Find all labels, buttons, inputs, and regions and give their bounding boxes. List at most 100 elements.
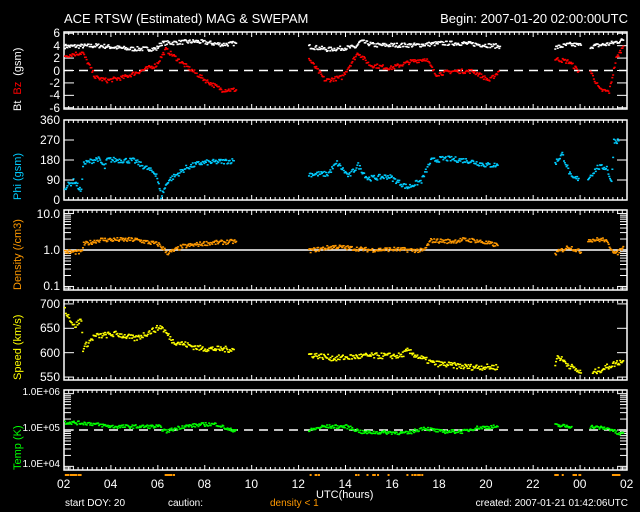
data-point-bt bbox=[399, 46, 402, 48]
data-point-bz bbox=[493, 75, 496, 78]
data-point-bt bbox=[179, 43, 182, 45]
data-point-speed bbox=[107, 331, 110, 334]
data-point-temp bbox=[145, 425, 148, 428]
data-point-bz bbox=[381, 65, 384, 68]
data-point-speed bbox=[611, 362, 614, 364]
panel-frame-temp bbox=[63, 389, 628, 471]
data-point-speed bbox=[98, 336, 101, 339]
data-point-phi bbox=[127, 160, 130, 162]
data-point-bz bbox=[235, 89, 238, 91]
data-point-density bbox=[143, 242, 146, 244]
y-tick-label: -4 bbox=[49, 88, 60, 103]
data-point-bz bbox=[217, 85, 220, 88]
data-point-density bbox=[162, 246, 165, 248]
data-point-temp bbox=[427, 426, 430, 429]
data-point-bt bbox=[460, 44, 463, 46]
data-point-temp bbox=[160, 426, 163, 428]
data-point-temp bbox=[178, 426, 181, 428]
y-axis-label-mag: Bt Bz (gsm) bbox=[12, 41, 24, 110]
data-point-bz bbox=[614, 62, 617, 64]
data-point-temp bbox=[129, 427, 132, 430]
data-point-bt bbox=[442, 41, 445, 44]
x-tick-label: 18 bbox=[432, 477, 446, 491]
data-point-phi bbox=[310, 175, 313, 178]
data-point-phi bbox=[373, 174, 376, 177]
data-point-speed bbox=[81, 331, 84, 334]
data-point-speed bbox=[397, 352, 400, 354]
data-point-density bbox=[570, 246, 573, 248]
data-point-bz bbox=[174, 55, 177, 58]
data-point-phi bbox=[156, 177, 159, 180]
data-point-phi bbox=[598, 168, 601, 170]
data-point-speed bbox=[459, 363, 462, 366]
data-point-bt bbox=[154, 47, 157, 49]
data-point-temp bbox=[436, 431, 439, 433]
data-point-temp bbox=[328, 424, 331, 426]
panel-frame-phi bbox=[63, 119, 628, 201]
data-point-temp bbox=[428, 429, 431, 432]
data-point-density bbox=[77, 252, 80, 255]
data-point-density bbox=[608, 246, 611, 249]
data-point-density bbox=[366, 251, 369, 253]
data-point-speed bbox=[616, 360, 619, 362]
data-point-bz bbox=[358, 54, 361, 56]
data-point-phi bbox=[157, 181, 160, 183]
data-point-speed bbox=[447, 364, 450, 367]
data-point-bz bbox=[433, 72, 436, 75]
y-tick-label: -6 bbox=[49, 100, 60, 115]
data-point-bt bbox=[486, 46, 489, 49]
data-point-phi bbox=[554, 161, 557, 164]
data-point-speed bbox=[156, 324, 159, 327]
data-point-temp bbox=[443, 431, 446, 433]
data-point-bt bbox=[323, 47, 326, 49]
data-point-speed bbox=[412, 352, 415, 354]
data-point-phi bbox=[103, 167, 106, 170]
data-point-phi bbox=[356, 164, 359, 166]
data-point-phi bbox=[171, 175, 174, 177]
data-point-phi bbox=[607, 173, 610, 175]
data-point-temp bbox=[168, 431, 171, 433]
data-point-density bbox=[342, 244, 345, 247]
data-point-bz bbox=[342, 74, 345, 77]
data-point-speed bbox=[225, 347, 228, 349]
data-point-density bbox=[393, 246, 396, 249]
data-point-density bbox=[99, 239, 102, 241]
data-point-temp bbox=[589, 427, 592, 430]
data-point-phi bbox=[193, 165, 196, 168]
data-point-temp bbox=[467, 430, 470, 433]
data-point-phi bbox=[232, 160, 235, 162]
data-point-phi bbox=[616, 138, 619, 140]
data-point-phi bbox=[173, 175, 176, 178]
data-point-bz bbox=[363, 57, 366, 59]
x-axis-label: UTC(hours) bbox=[316, 489, 374, 501]
data-point-phi bbox=[608, 175, 611, 178]
data-point-density bbox=[159, 245, 162, 247]
data-point-speed bbox=[150, 332, 153, 335]
data-point-phi bbox=[398, 179, 401, 182]
y-axis-label-speed: Speed (km/s) bbox=[12, 314, 24, 380]
data-point-phi bbox=[377, 175, 380, 177]
data-point-speed bbox=[123, 333, 126, 336]
data-point-speed bbox=[146, 335, 149, 337]
data-point-temp bbox=[563, 424, 566, 426]
data-point-bt bbox=[606, 42, 609, 44]
data-point-density bbox=[158, 243, 161, 246]
data-point-speed bbox=[480, 365, 483, 367]
data-point-density bbox=[181, 247, 184, 249]
data-point-bt bbox=[97, 43, 100, 45]
x-tick-label: 12 bbox=[291, 477, 305, 491]
data-point-bz bbox=[84, 56, 87, 58]
data-point-speed bbox=[400, 353, 403, 356]
data-point-bz bbox=[309, 59, 312, 62]
data-point-phi bbox=[577, 177, 580, 180]
data-point-density bbox=[163, 247, 166, 250]
data-point-phi bbox=[363, 172, 366, 174]
data-point-density bbox=[199, 241, 202, 243]
data-point-speed bbox=[85, 341, 88, 344]
data-point-phi bbox=[330, 166, 333, 168]
data-point-bz bbox=[232, 87, 235, 90]
data-point-bt bbox=[402, 45, 405, 48]
data-point-phi bbox=[348, 172, 351, 174]
data-point-bz bbox=[116, 79, 119, 81]
data-point-phi bbox=[97, 156, 100, 158]
